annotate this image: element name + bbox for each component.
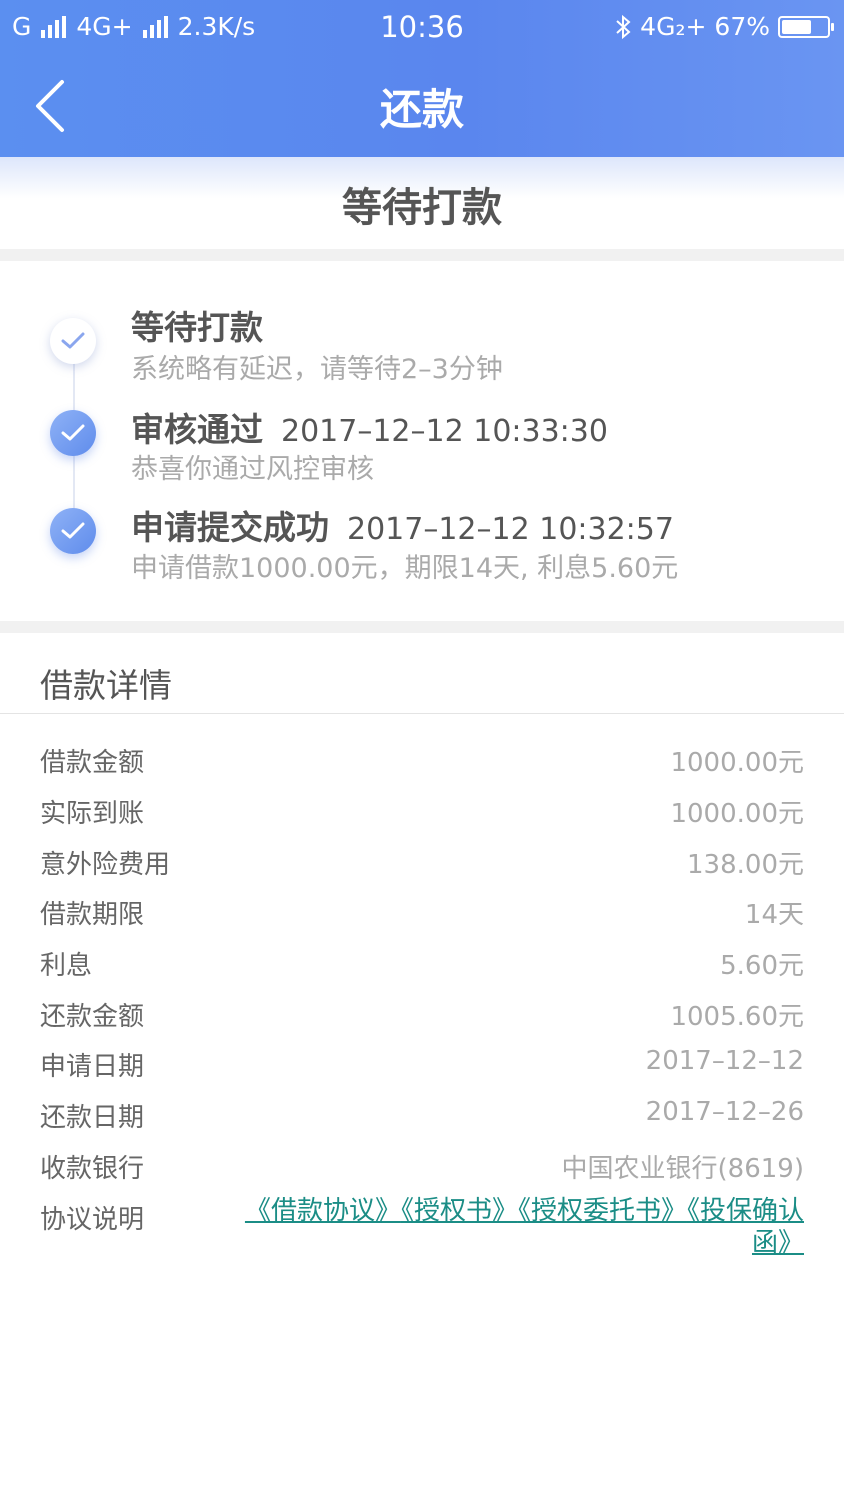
page-title: 还款	[379, 85, 464, 134]
battery-icon	[778, 15, 834, 38]
link-insurance-confirmation[interactable]: 《投保确认函》	[687, 1196, 804, 1258]
step-desc: 系统略有延迟，请等待2–3分钟	[131, 354, 503, 385]
step-title: 审核通过 2017–12–12 10:33:30	[131, 403, 608, 451]
detail-row: 借款金额 1000.00元	[40, 742, 804, 792]
loan-details: 借款详情 借款金额 1000.00元 实际到账 1000.00元 意外险费用 138.…	[0, 633, 844, 1258]
detail-value: 5.60元	[720, 951, 804, 981]
detail-row: 实际到账 1000.00元	[40, 793, 804, 843]
details-title: 借款详情	[40, 666, 172, 705]
step-time: 2017–12–12 10:33:30	[281, 414, 608, 449]
battery-fill	[782, 19, 811, 34]
details-header: 借款详情	[0, 633, 844, 714]
detail-label: 借款期限	[40, 900, 145, 930]
detail-label: 收款银行	[40, 1154, 145, 1184]
step-time: 2017–12–12 10:32:57	[347, 512, 674, 547]
detail-label: 还款金额	[40, 1002, 145, 1032]
step-desc: 恭喜你通过风控审核	[131, 454, 374, 485]
detail-value: 1000.00元	[670, 799, 804, 829]
section-divider	[0, 621, 844, 633]
step-title-text: 申请提交成功	[131, 508, 329, 547]
network-right-label: 4G₂+	[640, 12, 707, 41]
detail-value: 138.00元	[687, 850, 804, 880]
step-desc: 申请借款1000.00元，期限14天, 利息5.60元	[131, 553, 679, 584]
detail-row: 申请日期 2017–12–12	[40, 1046, 804, 1096]
detail-value: 中国农业银行(8619)	[561, 1154, 804, 1184]
detail-value: 1005.60元	[670, 1002, 804, 1032]
detail-row: 利息 5.60元	[40, 945, 804, 995]
app-header: G 4G+ 2.3K/s 10:36 4G₂+ 67% 还款	[0, 0, 844, 157]
link-loan-agreement[interactable]: 《借款协议》	[245, 1196, 401, 1226]
status-right: 4G₂+ 67%	[614, 12, 834, 41]
link-authorization[interactable]: 《授权书》	[401, 1196, 518, 1226]
check-icon	[50, 318, 96, 364]
check-icon	[50, 410, 96, 456]
detail-row: 收款银行 中国农业银行(8619)	[40, 1148, 804, 1198]
nav-bar: 还款	[0, 56, 844, 157]
status-banner: 等待打款	[0, 157, 844, 249]
bluetooth-icon	[616, 14, 631, 39]
agreement-label: 协议说明	[40, 1205, 145, 1235]
detail-label: 申请日期	[40, 1052, 145, 1082]
step-title-text: 等待打款	[131, 308, 263, 347]
step-title: 等待打款	[131, 301, 263, 349]
detail-row: 借款期限 14天	[40, 894, 804, 944]
detail-label: 意外险费用	[40, 850, 171, 880]
detail-label: 借款金额	[40, 748, 145, 778]
status-bar: G 4G+ 2.3K/s 10:36 4G₂+ 67%	[0, 0, 844, 56]
progress-timeline: 等待打款 系统略有延迟，请等待2–3分钟 审核通过 2017–12–12 10:3…	[0, 261, 844, 621]
section-divider	[0, 249, 844, 261]
detail-label: 还款日期	[40, 1103, 145, 1133]
detail-row: 还款日期 2017–12–26	[40, 1097, 804, 1147]
detail-label: 实际到账	[40, 799, 145, 829]
step-title: 申请提交成功 2017–12–12 10:32:57	[131, 501, 674, 549]
detail-value: 2017–12–12	[645, 1046, 804, 1076]
detail-label: 利息	[40, 951, 93, 981]
step-title-text: 审核通过	[131, 410, 263, 449]
check-icon	[50, 508, 96, 554]
battery-percent: 67%	[714, 12, 770, 41]
detail-value: 2017–12–26	[645, 1097, 804, 1127]
detail-row: 意外险费用 138.00元	[40, 844, 804, 894]
detail-value: 14天	[744, 900, 804, 930]
detail-row: 还款金额 1005.60元	[40, 996, 804, 1046]
agreement-links: 《借款协议》《授权书》《授权委托书》《投保确认函》	[234, 1195, 804, 1259]
detail-value: 1000.00元	[670, 748, 804, 778]
link-power-of-attorney[interactable]: 《授权委托书》	[518, 1196, 687, 1226]
status-banner-text: 等待打款	[342, 185, 502, 231]
